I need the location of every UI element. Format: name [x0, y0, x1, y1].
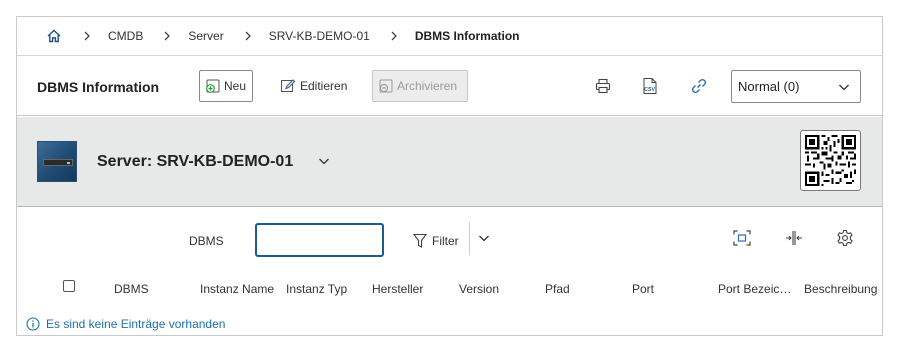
breadcrumb-item-server[interactable]: Server [188, 29, 223, 43]
object-title: Server: SRV-KB-DEMO-01 [97, 153, 294, 170]
home-icon[interactable] [45, 27, 63, 45]
funnel-icon [413, 233, 427, 248]
view-select[interactable]: Normal (0) [731, 70, 861, 103]
column-header-dbms[interactable]: DBMS [114, 282, 184, 296]
column-header-version[interactable]: Version [459, 282, 539, 296]
chevron-right-icon [83, 30, 95, 42]
object-header: Server: SRV-KB-DEMO-01 [17, 117, 882, 207]
new-button-label: Neu [224, 79, 247, 93]
chevron-right-icon [163, 30, 175, 42]
new-button[interactable]: Neu [199, 70, 254, 102]
view-select-value: Normal (0) [738, 79, 800, 94]
table-header: DBMS Instanz Name Instanz Typ Hersteller… [17, 275, 882, 301]
column-header-beschreibung[interactable]: Beschreibung [804, 282, 882, 296]
chevron-down-icon[interactable] [478, 232, 490, 246]
filter-button[interactable]: Filter [413, 227, 459, 255]
column-header-instanz-name[interactable]: Instanz Name [200, 282, 280, 296]
filter-divider [469, 222, 470, 255]
breadcrumb: CMDB Server SRV-KB-DEMO-01 DBMS Informat… [17, 17, 882, 56]
archive-icon [379, 79, 393, 93]
column-header-instanz-typ[interactable]: Instanz Typ [286, 282, 366, 296]
chevron-down-icon[interactable] [318, 155, 330, 169]
csv-export-icon[interactable]: CSV [641, 77, 659, 95]
chevron-down-icon [839, 84, 849, 91]
breadcrumb-item-cmdb[interactable]: CMDB [108, 29, 143, 43]
chevron-right-icon [390, 30, 402, 42]
print-icon[interactable] [594, 77, 612, 95]
edit-button-label: Editieren [300, 79, 348, 93]
toolbar: DBMS Information Neu Editieren Archivier… [17, 57, 882, 116]
empty-message-text: Es sind keine Einträge vorhanden [46, 317, 226, 331]
pencil-icon [281, 79, 296, 92]
qr-code-icon[interactable] [800, 130, 861, 191]
main-panel: CMDB Server SRV-KB-DEMO-01 DBMS Informat… [16, 16, 883, 336]
column-header-pfad[interactable]: Pfad [545, 282, 625, 296]
chevron-right-icon [244, 30, 256, 42]
column-header-port[interactable]: Port [632, 282, 712, 296]
breadcrumb-item-current: DBMS Information [414, 29, 520, 43]
link-icon[interactable] [690, 77, 708, 95]
filter-field-label: DBMS [189, 234, 224, 248]
svg-text:CSV: CSV [644, 87, 655, 93]
column-width-icon[interactable] [784, 229, 804, 247]
filter-button-label: Filter [432, 234, 459, 248]
settings-icon[interactable] [835, 229, 855, 247]
plus-icon [206, 79, 220, 93]
info-icon [26, 317, 40, 331]
edit-button[interactable]: Editieren [273, 70, 354, 102]
empty-message: Es sind keine Einträge vorhanden [26, 317, 225, 331]
expand-icon[interactable] [732, 229, 752, 247]
archive-button-label: Archivieren [397, 79, 458, 93]
column-header-port-bezeichnung[interactable]: Port Bezeichnung [718, 282, 794, 296]
column-header-hersteller[interactable]: Hersteller [372, 282, 452, 296]
select-all-checkbox[interactable] [63, 280, 75, 292]
filter-input[interactable] [255, 223, 384, 257]
page-title: DBMS Information [37, 79, 160, 95]
server-icon [37, 141, 77, 182]
breadcrumb-item-object[interactable]: SRV-KB-DEMO-01 [269, 29, 370, 43]
archive-button[interactable]: Archivieren [372, 70, 468, 102]
